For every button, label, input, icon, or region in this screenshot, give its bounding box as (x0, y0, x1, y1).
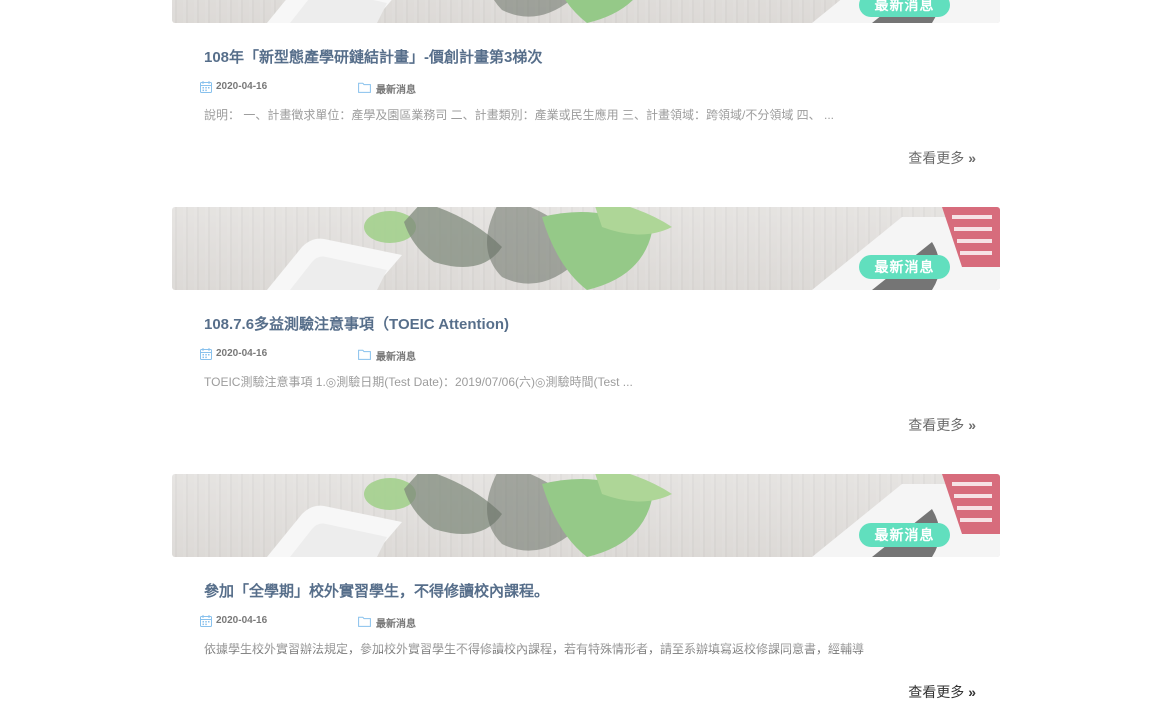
read-more-label: 查看更多 (908, 417, 965, 433)
post-title[interactable]: 108.7.6多益測驗注意事項（TOEIC Attention) (204, 313, 509, 334)
folder-icon (358, 616, 371, 627)
read-more-label: 查看更多 (908, 684, 965, 700)
double-chevron-right-icon: » (968, 150, 976, 166)
calendar-icon (200, 348, 212, 360)
post-date: 2020-04-16 (216, 615, 268, 626)
post-excerpt: 說明： 一、計畫徵求單位：產學及園區業務司 二、計畫類別：產業或民生應用 三、計… (204, 108, 835, 122)
read-more-link[interactable]: 查看更多» (908, 682, 976, 702)
post-date: 2020-04-16 (216, 81, 268, 92)
post-category-link[interactable]: 最新消息 (376, 348, 416, 363)
read-more-label: 查看更多 (908, 150, 965, 166)
category-badge[interactable]: 最新消息 (859, 255, 950, 279)
category-badge[interactable]: 最新消息 (859, 0, 950, 17)
calendar-icon (200, 81, 212, 93)
folder-icon (358, 82, 371, 93)
post-banner-image[interactable]: 最新消息 (172, 207, 1000, 290)
post-banner-image[interactable]: 最新消息 (172, 0, 1000, 23)
post-title[interactable]: 參加「全學期」校外實習學生，不得修讀校內課程。 (204, 580, 549, 601)
category-badge[interactable]: 最新消息 (859, 523, 950, 547)
folder-icon (358, 349, 371, 360)
read-more-link[interactable]: 查看更多» (908, 415, 976, 435)
post-category-link[interactable]: 最新消息 (376, 81, 416, 96)
post-date: 2020-04-16 (216, 348, 268, 359)
post-title[interactable]: 108年「新型態產學研鏈結計畫」-價創計畫第3梯次 (204, 46, 542, 67)
post-banner-image[interactable]: 最新消息 (172, 474, 1000, 557)
calendar-icon (200, 615, 212, 627)
double-chevron-right-icon: » (968, 417, 976, 433)
post-excerpt: 依據學生校外實習辦法規定，參加校外實習學生不得修讀校內課程，若有特殊情形者，請至… (204, 642, 865, 656)
post-excerpt: TOEIC測驗注意事項 1.◎測驗日期(Test Date)：2019/07/0… (204, 375, 633, 389)
read-more-link[interactable]: 查看更多» (908, 148, 976, 168)
post-category-link[interactable]: 最新消息 (376, 615, 416, 630)
double-chevron-right-icon: » (968, 684, 976, 700)
